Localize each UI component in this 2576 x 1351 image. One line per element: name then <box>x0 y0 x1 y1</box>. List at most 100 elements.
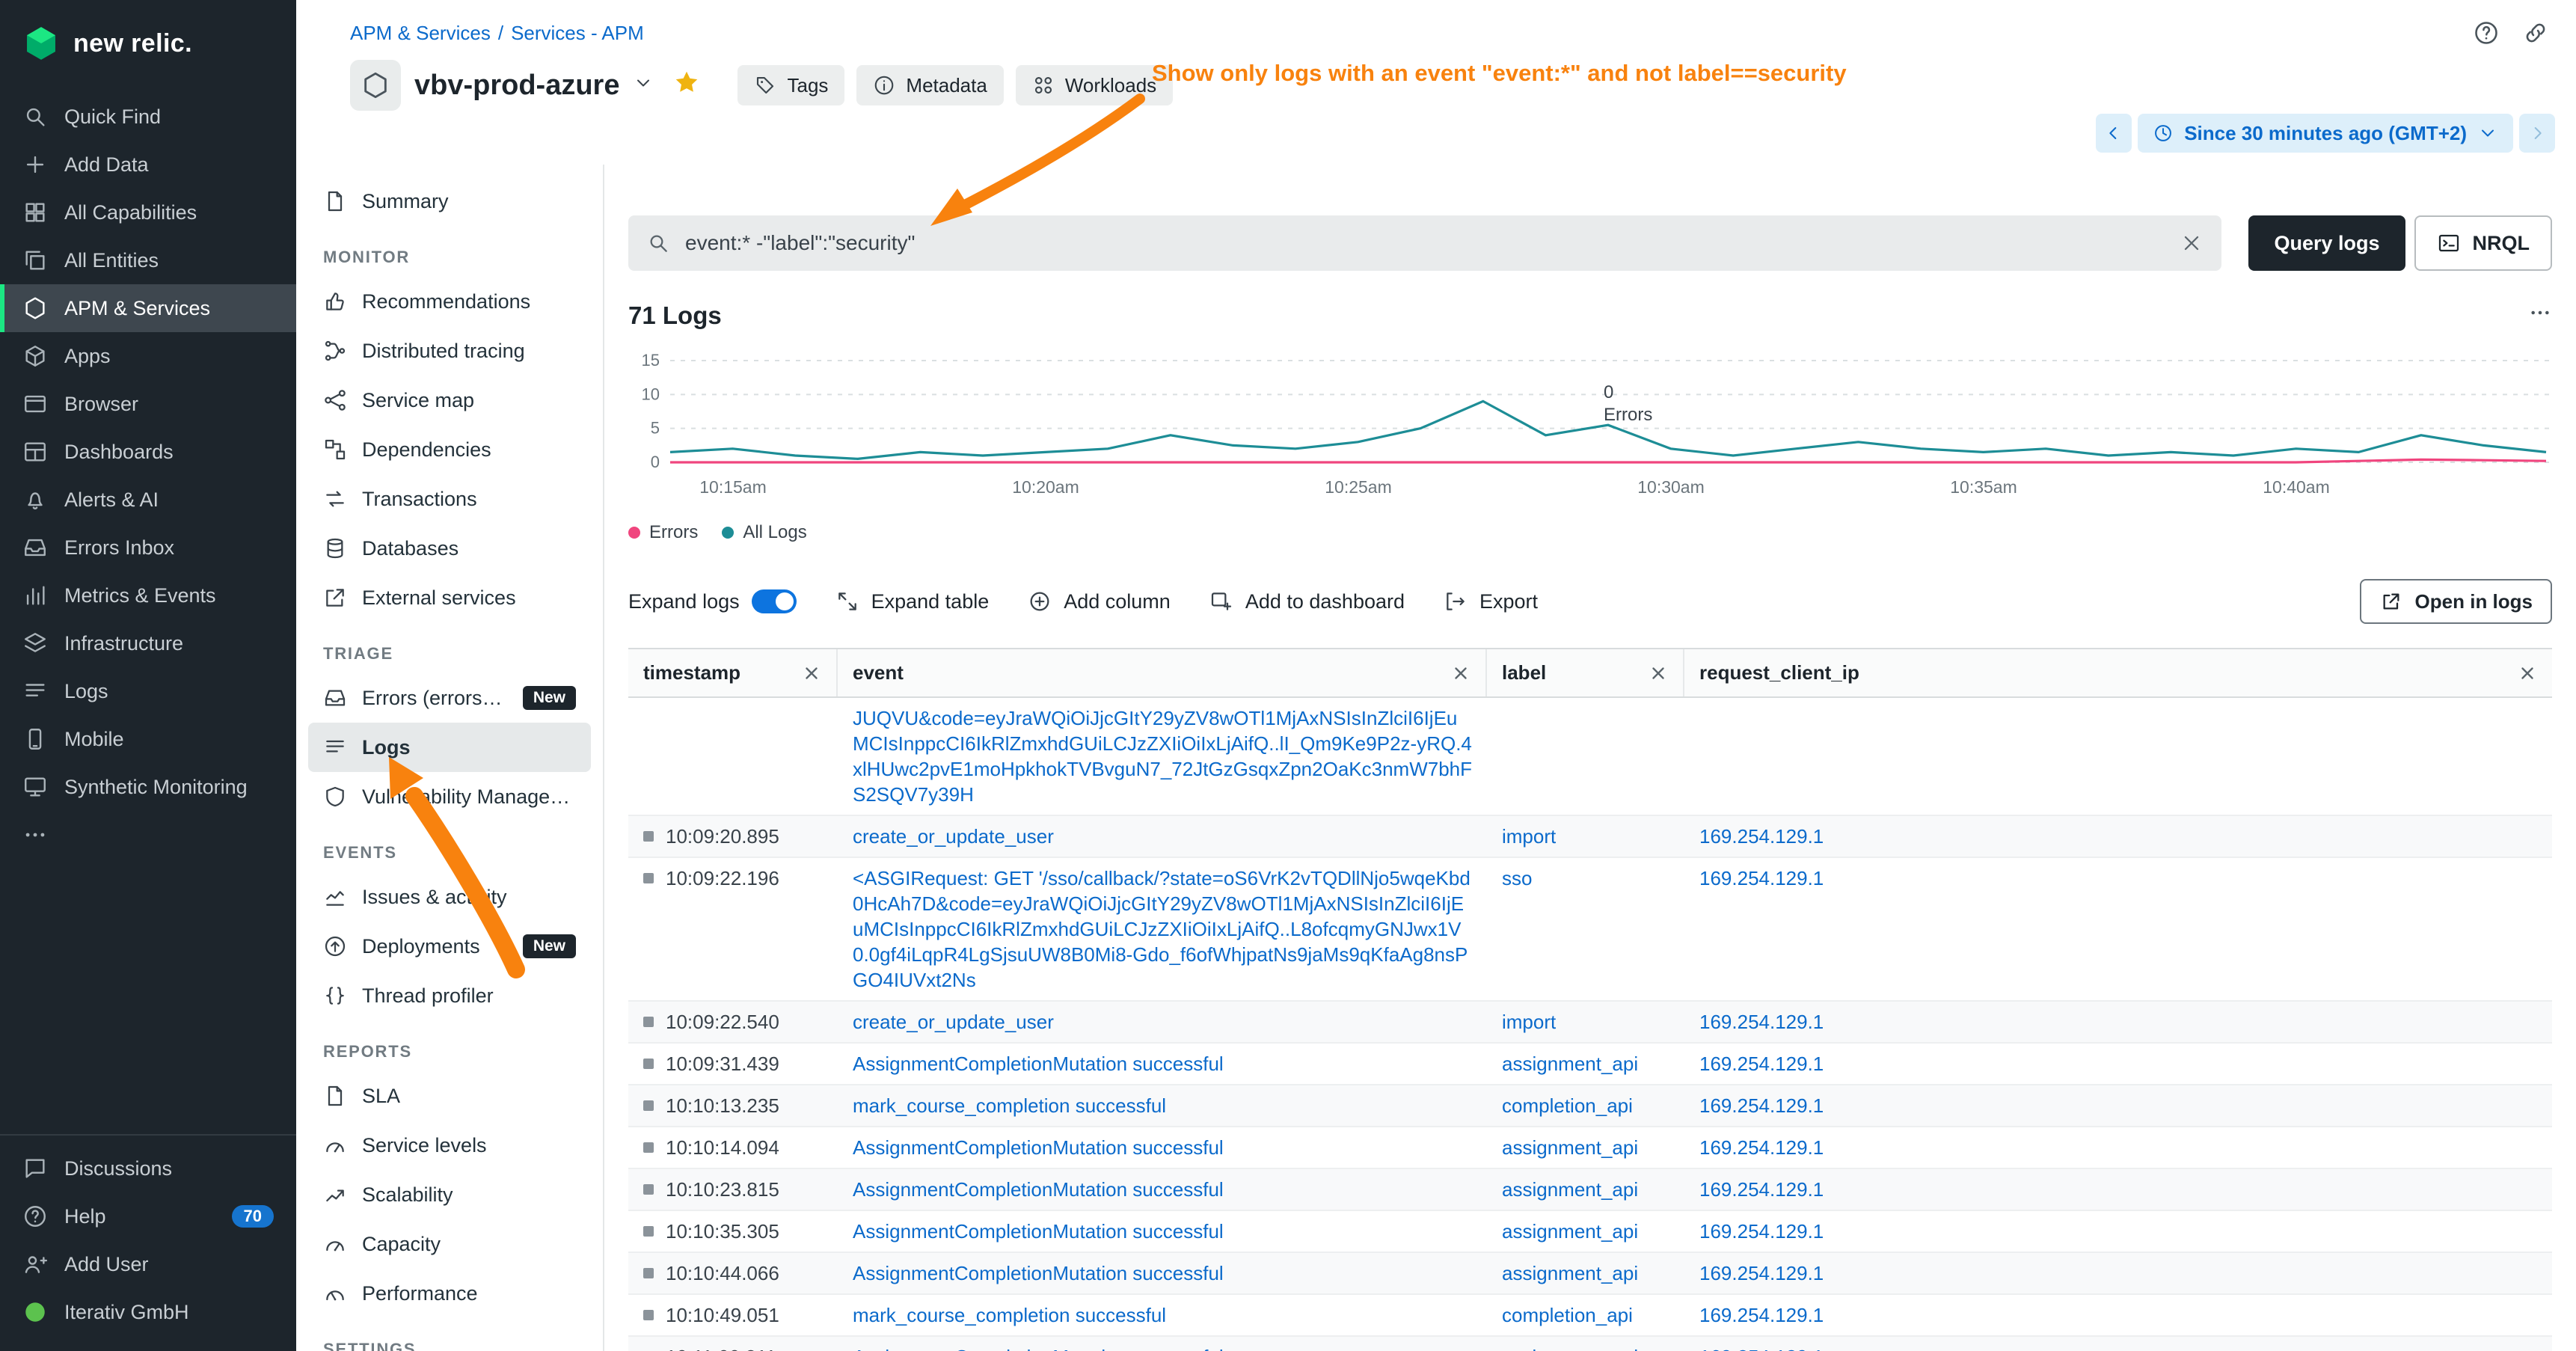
ip-link[interactable]: 169.254.129.1 <box>1699 1178 1824 1201</box>
clear-query-icon[interactable] <box>2180 231 2204 255</box>
ip-link[interactable]: 169.254.129.1 <box>1699 1346 1824 1351</box>
entity-nav-item[interactable]: Service map <box>308 376 591 425</box>
add-column-button[interactable]: Add column <box>1028 589 1171 613</box>
column-header[interactable]: label <box>1487 649 1684 696</box>
global-nav-item[interactable] <box>0 811 296 859</box>
log-row[interactable]: 10:10:14.094 AssignmentCompletionMutatio… <box>628 1127 2552 1169</box>
remove-column-icon[interactable] <box>1649 664 1668 683</box>
event-link[interactable]: AssignmentCompletionMutation successful <box>853 1136 1224 1159</box>
entity-nav-item[interactable]: Scalability <box>308 1170 591 1219</box>
ip-link[interactable]: 169.254.129.1 <box>1699 825 1824 848</box>
remove-column-icon[interactable] <box>1451 664 1471 683</box>
event-link[interactable]: AssignmentCompletionMutation successful <box>853 1053 1224 1075</box>
global-nav-item[interactable]: Iterativ GmbH <box>0 1288 296 1336</box>
global-nav-item[interactable]: Apps <box>0 332 296 380</box>
event-link[interactable]: mark_course_completion successful <box>853 1304 1166 1326</box>
entity-nav-item[interactable]: External services <box>308 573 591 622</box>
global-nav-item[interactable]: Add Data <box>0 141 296 189</box>
global-nav-item[interactable]: Mobile <box>0 715 296 763</box>
ip-link[interactable]: 169.254.129.1 <box>1699 1136 1824 1159</box>
global-nav-item[interactable]: Infrastructure <box>0 619 296 667</box>
entity-nav-item[interactable]: Databases <box>308 524 591 573</box>
log-row[interactable]: 10:10:44.066 AssignmentCompletionMutatio… <box>628 1253 2552 1295</box>
entity-nav-item[interactable]: Performance <box>308 1269 591 1318</box>
global-nav-item[interactable]: APM & Services <box>0 284 296 332</box>
entity-nav-item[interactable]: Errors (errors inb... New <box>308 673 591 723</box>
entity-nav-item[interactable]: Issues & activity <box>308 872 591 922</box>
ip-link[interactable]: 169.254.129.1 <box>1699 1053 1824 1075</box>
column-header[interactable]: timestamp <box>628 649 838 696</box>
legend-item[interactable]: All Logs <box>722 522 806 543</box>
label-link[interactable]: sso <box>1502 867 1532 889</box>
log-row[interactable]: 10:10:13.235 mark_course_completion succ… <box>628 1085 2552 1127</box>
entity-nav-item[interactable]: SLA <box>308 1071 591 1121</box>
global-nav-item[interactable]: Dashboards <box>0 428 296 476</box>
global-nav-item[interactable]: Browser <box>0 380 296 428</box>
global-nav-item[interactable]: Logs <box>0 667 296 715</box>
column-header[interactable]: event <box>838 649 1487 696</box>
ip-link[interactable]: 169.254.129.1 <box>1699 1220 1824 1243</box>
global-nav-item[interactable]: Alerts & AI <box>0 476 296 524</box>
entity-nav-item[interactable]: Capacity <box>308 1219 591 1269</box>
label-link[interactable]: assignment_api <box>1502 1178 1638 1201</box>
event-link[interactable]: AssignmentCompletionMutation successful <box>853 1220 1224 1243</box>
label-link[interactable]: assignment_api <box>1502 1346 1638 1351</box>
event-link[interactable]: AssignmentCompletionMutation successful <box>853 1346 1224 1351</box>
label-link[interactable]: completion_api <box>1502 1094 1633 1117</box>
entity-chip[interactable]: Tags <box>737 65 844 105</box>
global-nav-item[interactable]: Metrics & Events <box>0 572 296 619</box>
event-link[interactable]: create_or_update_user <box>853 1011 1054 1033</box>
event-link[interactable]: mark_course_completion successful <box>853 1094 1166 1117</box>
expand-table-button[interactable]: Expand table <box>835 589 990 613</box>
entity-chip[interactable]: Metadata <box>856 65 1003 105</box>
global-nav-item[interactable]: Help 70 <box>0 1192 296 1240</box>
ip-link[interactable]: 169.254.129.1 <box>1699 1304 1824 1326</box>
label-link[interactable]: import <box>1502 825 1556 848</box>
ip-link[interactable]: 169.254.129.1 <box>1699 867 1824 889</box>
log-row[interactable]: 10:09:22.196 <ASGIRequest: GET '/sso/cal… <box>628 858 2552 1002</box>
expand-logs-toggle[interactable] <box>752 589 797 613</box>
ip-link[interactable]: 169.254.129.1 <box>1699 1094 1824 1117</box>
column-header[interactable]: request_client_ip <box>1684 649 2552 696</box>
log-row[interactable]: JUQVU&code=eyJraWQiOiJjcGItY29yZV8wOTl1M… <box>628 698 2552 816</box>
log-query-input[interactable] <box>685 231 2165 255</box>
link-icon[interactable] <box>2522 19 2549 46</box>
log-row[interactable]: 10:10:49.051 mark_course_completion succ… <box>628 1295 2552 1337</box>
log-row[interactable]: 10:09:22.540 create_or_update_user impor… <box>628 1002 2552 1044</box>
breadcrumb-services-apm[interactable]: Services - APM <box>511 22 644 45</box>
label-link[interactable]: assignment_api <box>1502 1262 1638 1284</box>
log-row[interactable]: 10:10:23.815 AssignmentCompletionMutatio… <box>628 1169 2552 1211</box>
event-link[interactable]: AssignmentCompletionMutation successful <box>853 1262 1224 1284</box>
entity-nav-item[interactable]: Dependencies <box>308 425 591 474</box>
global-nav-item[interactable]: All Entities <box>0 236 296 284</box>
global-nav-item[interactable]: Errors Inbox <box>0 524 296 572</box>
entity-switcher[interactable] <box>633 72 654 99</box>
help-icon[interactable] <box>2473 19 2500 46</box>
entity-nav-item[interactable]: Thread profiler <box>308 971 591 1020</box>
event-link[interactable]: JUQVU&code=eyJraWQiOiJjcGItY29yZV8wOTl1M… <box>853 707 1472 806</box>
query-bar[interactable] <box>628 215 2221 271</box>
time-forward-button[interactable] <box>2519 114 2555 153</box>
log-row[interactable]: 10:11:00.311 AssignmentCompletionMutatio… <box>628 1337 2552 1351</box>
entity-nav-item[interactable]: Summary <box>308 177 591 226</box>
label-link[interactable]: completion_api <box>1502 1304 1633 1326</box>
ip-link[interactable]: 169.254.129.1 <box>1699 1262 1824 1284</box>
expand-logs-control[interactable]: Expand logs <box>628 589 797 613</box>
global-nav-item[interactable]: Discussions <box>0 1145 296 1192</box>
newrelic-logo[interactable]: new relic. <box>0 0 296 87</box>
time-range-picker[interactable]: Since 30 minutes ago (GMT+2) <box>2138 114 2513 153</box>
add-to-dashboard-button[interactable]: Add to dashboard <box>1209 589 1405 613</box>
global-nav-item[interactable]: Quick Find <box>0 93 296 141</box>
entity-nav-item[interactable]: Distributed tracing <box>308 326 591 376</box>
logs-chart-svg[interactable]: 051015 <box>628 352 2552 471</box>
export-button[interactable]: Export <box>1444 589 1538 613</box>
entity-nav-item[interactable]: Transactions <box>308 474 591 524</box>
log-row[interactable]: 10:09:20.895 create_or_update_user impor… <box>628 816 2552 858</box>
label-link[interactable]: assignment_api <box>1502 1136 1638 1159</box>
remove-column-icon[interactable] <box>802 664 821 683</box>
ip-link[interactable]: 169.254.129.1 <box>1699 1011 1824 1033</box>
entity-chip[interactable]: Workloads <box>1016 65 1173 105</box>
remove-column-icon[interactable] <box>2518 664 2537 683</box>
entity-nav-item[interactable]: Logs <box>308 723 591 772</box>
event-link[interactable]: create_or_update_user <box>853 825 1054 848</box>
